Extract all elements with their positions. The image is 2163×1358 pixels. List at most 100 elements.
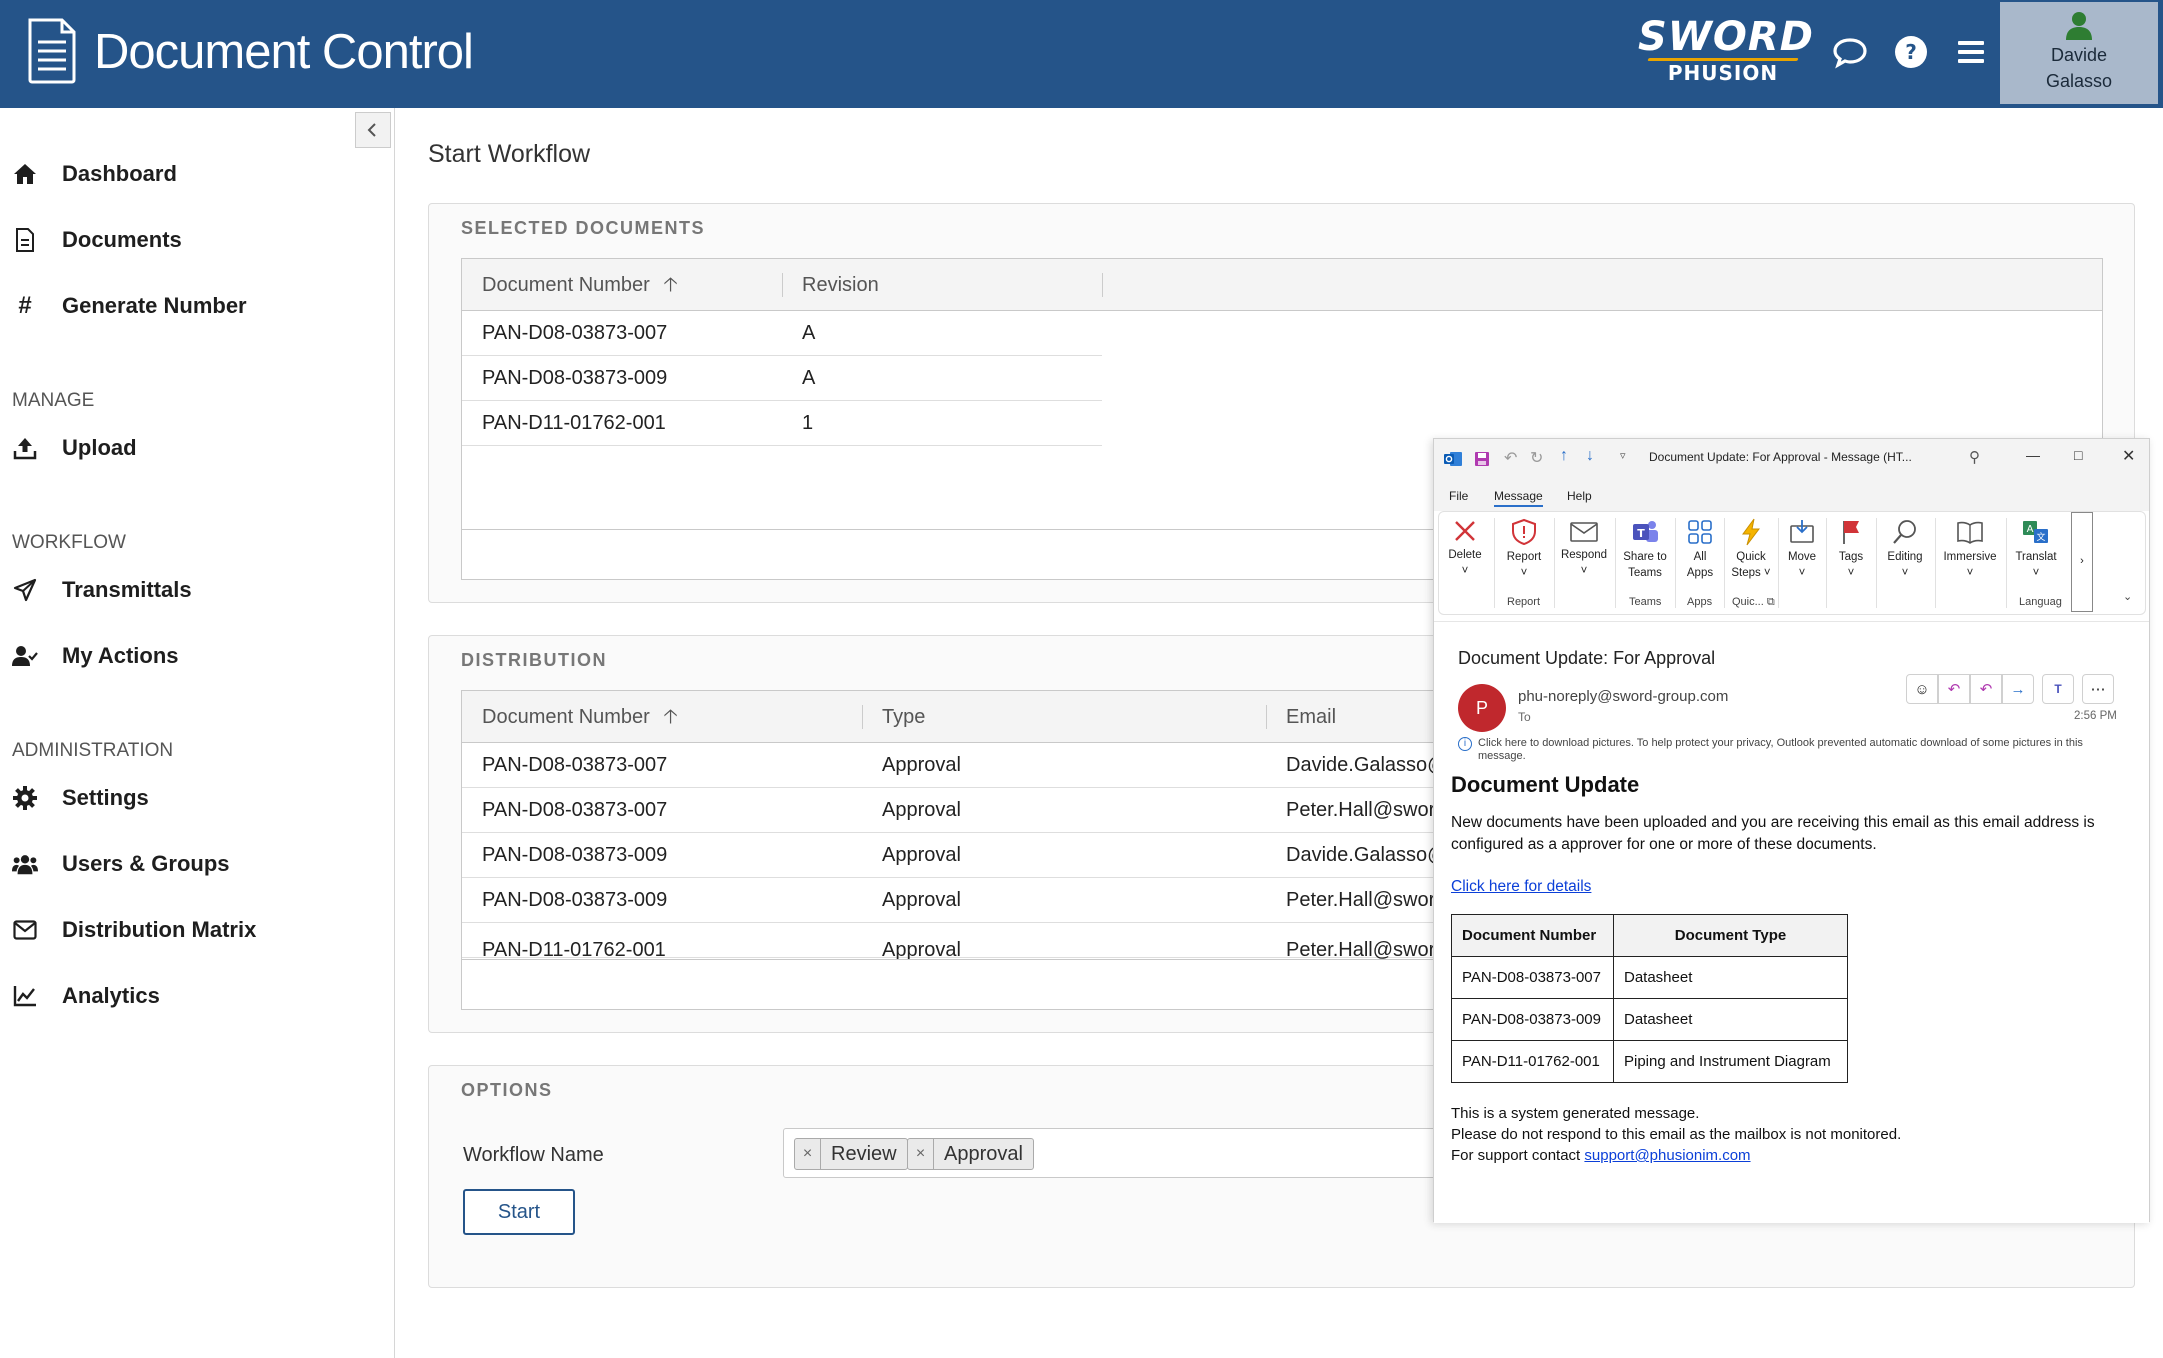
ribbon-expand-icon[interactable]: ⌄: [2123, 590, 2132, 603]
sidebar-item-generate-number[interactable]: # Generate Number: [12, 286, 246, 326]
save-icon[interactable]: [1474, 451, 1490, 467]
recipient-label: To: [1518, 710, 1531, 724]
sender-avatar[interactable]: P: [1458, 684, 1506, 732]
table-row[interactable]: PAN-D11-01762-001 Approval Peter.Hall@sw…: [462, 923, 1562, 961]
svg-text:A: A: [2027, 524, 2034, 535]
column-header-document-type: Document Type: [1613, 914, 1848, 957]
section-manage: MANAGE: [12, 390, 95, 411]
sword-phusion-logo: SWORD PHUSION: [1638, 14, 1814, 85]
sender-address[interactable]: phu-noreply@sword-group.com: [1518, 688, 1728, 705]
help-icon[interactable]: ?: [1891, 32, 1931, 72]
collapse-sidebar-button[interactable]: [355, 112, 391, 148]
react-emoji-icon[interactable]: ☺: [1906, 674, 1938, 704]
reply-all-icon[interactable]: ↶: [1970, 674, 2002, 704]
column-header-document-number[interactable]: Document Number 🡡: [462, 259, 782, 311]
customize-toolbar-icon[interactable]: ▿: [1620, 449, 1626, 462]
send-icon: [13, 578, 37, 602]
table-row[interactable]: PAN-D08-03873-009 Approval Peter.Hall@sw…: [462, 878, 1562, 923]
ribbon-scroll-right-button[interactable]: ›: [2071, 512, 2093, 612]
info-icon: i: [1458, 737, 1472, 751]
sidebar-item-analytics[interactable]: Analytics: [12, 976, 160, 1016]
ribbon-tags-button[interactable]: Tags ˅: [1831, 518, 1871, 581]
menu-icon[interactable]: [1951, 32, 1991, 72]
cell-type: Approval: [882, 889, 961, 911]
user-menu[interactable]: Davide Galasso: [2000, 2, 2158, 104]
reply-icon[interactable]: ↶: [1938, 674, 1970, 704]
table-row[interactable]: PAN-D08-03873-007 A: [462, 311, 1102, 356]
menu-help[interactable]: Help: [1567, 489, 1592, 503]
ribbon-translate-button[interactable]: A文 Translat ˅: [2009, 518, 2063, 581]
previous-item-icon[interactable]: ↑: [1560, 447, 1568, 465]
sidebar-item-dashboard[interactable]: Dashboard: [12, 154, 177, 194]
more-actions-icon[interactable]: ⋯: [2082, 674, 2114, 704]
page-title: Start Workflow: [428, 140, 591, 168]
cell-type: Approval: [882, 799, 961, 821]
apps-grid-icon: [1688, 520, 1712, 544]
tag-approval: × Approval: [907, 1138, 1034, 1170]
remove-tag-button[interactable]: ×: [795, 1139, 821, 1169]
cell-document-number: PAN-D08-03873-007: [482, 322, 668, 344]
menu-file[interactable]: File: [1449, 489, 1468, 503]
table-row[interactable]: PAN-D08-03873-009 A: [462, 356, 1102, 401]
start-button[interactable]: Start: [463, 1189, 575, 1235]
chevron-left-icon: [367, 123, 376, 137]
sidebar-item-my-actions[interactable]: My Actions: [12, 636, 179, 676]
ribbon-share-to-teams-button[interactable]: T Share to Teams: [1620, 518, 1670, 581]
ribbon-delete-button[interactable]: Delete ˅: [1445, 518, 1485, 579]
cell-revision: 1: [802, 412, 814, 434]
lightning-icon: [1742, 518, 1760, 546]
user-icon: [2066, 12, 2092, 40]
ribbon-respond-button[interactable]: Respond ˅: [1558, 518, 1610, 579]
ribbon-report-button[interactable]: Report ˅: [1499, 518, 1549, 581]
outlook-message-window: ↶ ↻ ↑ ↓ ▿ Document Update: For Approval …: [1433, 438, 2150, 1223]
email-paragraph: New documents have been uploaded and you…: [1451, 814, 2095, 853]
column-header-type[interactable]: Type: [862, 691, 1266, 743]
minimize-button[interactable]: —: [2026, 447, 2040, 463]
download-pictures-notice[interactable]: i Click here to download pictures. To he…: [1458, 737, 2128, 763]
ribbon-immersive-button[interactable]: Immersive ˅: [1939, 518, 2001, 581]
close-button[interactable]: ✕: [2122, 446, 2135, 466]
remove-tag-button[interactable]: ×: [908, 1139, 934, 1169]
sidebar-item-transmittals[interactable]: Transmittals: [12, 570, 192, 610]
table-row[interactable]: PAN-D11-01762-001 1: [462, 401, 1102, 446]
ribbon-all-apps-button[interactable]: All Apps: [1680, 518, 1720, 581]
next-item-icon[interactable]: ↓: [1586, 447, 1594, 465]
app-header: Document Control SWORD PHUSION ? Davide …: [0, 0, 2163, 108]
chat-icon[interactable]: [1830, 32, 1870, 72]
svg-text:文: 文: [2036, 531, 2045, 543]
details-link[interactable]: Click here for details: [1451, 878, 1591, 896]
sidebar-item-upload[interactable]: Upload: [12, 428, 137, 468]
table-row[interactable]: PAN-D08-03873-009 Approval Davide.Galass…: [462, 833, 1562, 878]
sidebar-item-documents[interactable]: Documents: [12, 220, 182, 260]
column-header-document-number[interactable]: Document Number 🡡: [462, 691, 862, 743]
ribbon-move-button[interactable]: Move ˅: [1782, 518, 1822, 581]
ribbon-editing-button[interactable]: Editing ˅: [1880, 518, 1930, 581]
sidebar-item-users-groups[interactable]: Users & Groups: [12, 844, 230, 884]
maximize-button[interactable]: □: [2074, 447, 2082, 463]
table-row[interactable]: PAN-D08-03873-007 Approval Davide.Galass…: [462, 743, 1562, 788]
sidebar-item-settings[interactable]: Settings: [12, 778, 149, 818]
email-documents-table: Document Number Document Type PAN-D08-03…: [1451, 914, 1848, 1083]
sidebar-item-distribution-matrix[interactable]: Distribution Matrix: [12, 910, 256, 950]
redo-icon[interactable]: ↻: [1530, 448, 1543, 468]
hash-icon: #: [18, 292, 32, 319]
support-email-link[interactable]: support@phusionim.com: [1584, 1147, 1750, 1164]
menu-message[interactable]: Message: [1494, 489, 1543, 507]
panel-title: OPTIONS: [461, 1080, 553, 1100]
home-icon: [14, 164, 36, 184]
sort-ascending-icon: 🡡: [663, 274, 678, 296]
workflow-name-label: Workflow Name: [463, 1144, 604, 1166]
teams-chat-icon[interactable]: T: [2042, 674, 2074, 704]
column-header-revision[interactable]: Revision: [782, 259, 1102, 311]
message-time: 2:56 PM: [2074, 710, 2117, 722]
undo-icon[interactable]: ↶: [1504, 448, 1517, 468]
ribbon-group-report: Report: [1507, 596, 1541, 608]
shield-icon: [1512, 518, 1536, 546]
cell-type: Approval: [882, 844, 961, 866]
ribbon-quick-steps-button[interactable]: Quick Steps ˅: [1729, 518, 1773, 581]
forward-icon[interactable]: →: [2002, 674, 2034, 704]
search-icon[interactable]: ⚲: [1969, 448, 1980, 466]
move-folder-icon: [1790, 520, 1814, 543]
table-row[interactable]: PAN-D08-03873-007 Approval Peter.Hall@sw…: [462, 788, 1562, 833]
ribbon-group-quick-steps: Quic... ⧉: [1732, 596, 1775, 608]
